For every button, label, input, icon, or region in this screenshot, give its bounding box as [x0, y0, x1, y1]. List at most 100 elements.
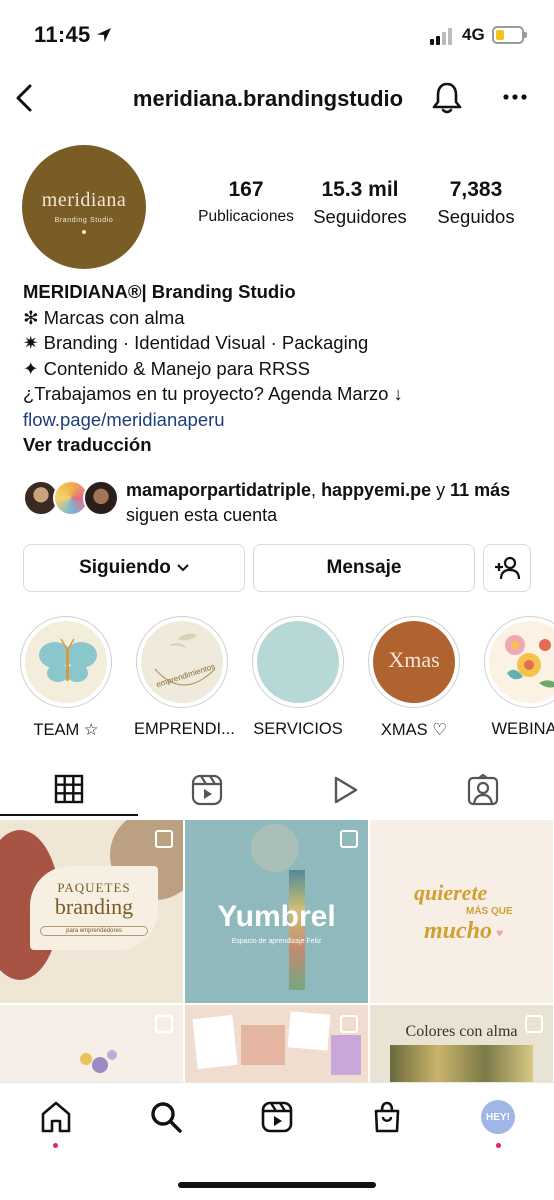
flower-pattern-icon: [505, 635, 554, 688]
carousel-icon: [340, 830, 358, 848]
nav-profile[interactable]: HEY!: [478, 1097, 518, 1137]
clock: 11:45: [34, 22, 91, 47]
avatar-logo-text: meridiana: [41, 189, 127, 211]
battery-icon: [492, 26, 527, 44]
post-text: branding: [54, 894, 134, 919]
bio-line: ✻ Marcas con alma: [23, 306, 185, 328]
notification-bell-icon[interactable]: [430, 80, 464, 116]
carousel-icon: [340, 1015, 358, 1033]
post-text: Yumbrel: [217, 900, 336, 933]
play-icon: [334, 776, 358, 804]
reels-icon: [191, 774, 223, 806]
highlight-label: XMAS ♡: [380, 721, 448, 739]
profile-avatar-small: HEY!: [481, 1100, 515, 1134]
post-tile[interactable]: [0, 1005, 183, 1082]
profile-username: meridiana.brandingstudio: [132, 86, 404, 111]
notification-dot: [53, 1143, 58, 1148]
tab-tagged[interactable]: [414, 764, 552, 816]
post-tile[interactable]: quierete MÁS QUE mucho ♥: [370, 820, 553, 1003]
highlight-xmas[interactable]: Xmas XMAS ♡: [366, 616, 462, 740]
follower-avatar: [83, 480, 119, 516]
following-button[interactable]: Siguiendo: [23, 544, 245, 592]
bio-line: ✷ Branding · Identidad Visual · Packagin…: [23, 332, 369, 353]
followed-by[interactable]: mamaporpartidatriple, happyemi.pe y 11 m…: [23, 478, 533, 528]
add-person-icon: [495, 556, 521, 580]
stat-followers[interactable]: 15.3 mil Seguidores: [306, 178, 414, 228]
post-tile[interactable]: Yumbrel Espacio de aprendizaje Feliz: [185, 820, 368, 1003]
post-text: quierete: [414, 880, 488, 905]
followed-by-text: mamaporpartidatriple, happyemi.pe y 11 m…: [126, 480, 511, 525]
location-arrow-icon: [97, 28, 111, 42]
following-button-label: Siguiendo: [79, 557, 171, 578]
nav-shop[interactable]: [367, 1097, 407, 1137]
highlight-webinar[interactable]: WEBINAR: [482, 616, 554, 739]
stat-label: Seguidos: [437, 206, 515, 227]
profile-display-name: MERIDIANA®| Branding Studio: [23, 281, 296, 302]
status-bar: 11:45 4G: [0, 0, 554, 70]
signal-icon: [430, 27, 456, 45]
post-text: para emprendedores: [40, 926, 148, 936]
carousel-icon: [155, 830, 173, 848]
nav-search[interactable]: [146, 1097, 186, 1137]
profile-bio: MERIDIANA®| Branding Studio ✻ Marcas con…: [23, 279, 533, 458]
profile-avatar[interactable]: meridiana Branding Studio: [22, 145, 146, 269]
stat-label: Seguidores: [313, 206, 407, 227]
post-tile[interactable]: PAQUETES branding para emprendedores: [0, 820, 183, 1003]
butterfly-icon: [39, 638, 97, 682]
message-button-label: Mensaje: [326, 557, 402, 578]
nav-home[interactable]: [36, 1097, 76, 1137]
tab-videos[interactable]: [276, 764, 414, 816]
bio-link[interactable]: flow.page/meridianaperu: [23, 407, 533, 433]
post-tile[interactable]: Colores con alma: [370, 1005, 553, 1082]
stat-value: 15.3 mil: [321, 178, 399, 201]
home-icon: [41, 1101, 71, 1133]
tab-grid[interactable]: [0, 764, 138, 816]
post-text: Espacio de aprendizaje Feliz: [231, 938, 322, 945]
message-button[interactable]: Mensaje: [253, 544, 475, 592]
stat-value: 7,383: [449, 178, 503, 201]
nav-reels[interactable]: [257, 1097, 297, 1137]
suggest-people-button[interactable]: [483, 544, 531, 592]
notification-dot: [496, 1143, 501, 1148]
bio-line: ✦ Contenido & Manejo para RRSS: [23, 357, 310, 379]
post-tile[interactable]: [185, 1005, 368, 1082]
highlight-label: TEAM ☆: [33, 721, 99, 739]
carousel-icon: [525, 1015, 543, 1033]
more-followers[interactable]: 11 más: [450, 480, 510, 500]
translate-link[interactable]: Ver traducción: [23, 432, 533, 458]
stat-posts[interactable]: 167 Publicaciones: [190, 178, 302, 226]
avatar-logo-subtitle: Branding Studio: [54, 217, 114, 224]
follower-username[interactable]: mamaporpartidatriple: [126, 480, 311, 500]
tagged-icon: [467, 774, 499, 806]
bottom-nav: HEY!: [0, 1082, 554, 1200]
network-type: 4G: [462, 25, 485, 44]
highlight-emprendimientos[interactable]: emprendimientos EMPRENDI...: [134, 616, 235, 739]
stat-label: Publicaciones: [198, 208, 294, 225]
more-options-icon[interactable]: [498, 82, 532, 112]
profile-badge-text: HEY!: [486, 1111, 510, 1123]
highlight-label: EMPRENDI...: [134, 720, 235, 738]
highlight-team[interactable]: TEAM ☆: [18, 616, 114, 740]
posts-grid: PAQUETES branding para emprendedores Yum…: [0, 820, 554, 1082]
tab-reels[interactable]: [138, 764, 276, 816]
stat-value: 167: [228, 178, 264, 201]
carousel-icon: [155, 1015, 173, 1033]
home-indicator: [178, 1182, 376, 1188]
chevron-down-icon: [177, 564, 189, 572]
bio-line: ¿Trabajamos en tu proyecto? Agenda Marzo…: [23, 383, 403, 404]
highlight-label: SERVICIOS: [253, 720, 343, 738]
highlight-servicios[interactable]: SERVICIOS: [250, 616, 346, 739]
profile-stats: 167 Publicaciones 15.3 mil Seguidores 7,…: [190, 178, 530, 238]
highlight-inner-text: Xmas: [388, 647, 440, 672]
reels-icon: [261, 1101, 293, 1133]
grid-icon: [54, 774, 84, 804]
stat-following[interactable]: 7,383 Seguidos: [426, 178, 526, 228]
profile-header: meridiana.brandingstudio: [0, 76, 554, 120]
shopping-bag-icon: [374, 1101, 400, 1133]
post-text: MÁS QUE: [466, 906, 513, 917]
follower-username[interactable]: happyemi.pe: [321, 480, 431, 500]
post-text: mucho: [424, 918, 493, 944]
search-icon: [151, 1102, 182, 1133]
profile-tabs: [0, 764, 554, 818]
highlight-label: WEBINAR: [491, 720, 554, 738]
